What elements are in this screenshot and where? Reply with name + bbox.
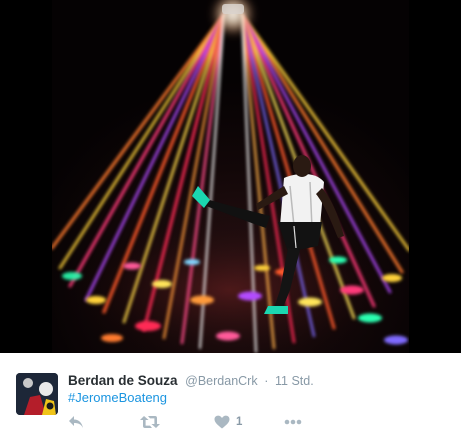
disco-light-scene bbox=[52, 0, 409, 353]
like-button[interactable]: 1 bbox=[214, 413, 242, 431]
tweet-card[interactable]: Berdan de Souza @BerdanCrk · 11 Std. #Je… bbox=[0, 0, 461, 448]
avatar-image bbox=[16, 373, 58, 415]
retweet-button[interactable] bbox=[140, 413, 160, 431]
tweet-actions: 1 bbox=[68, 413, 428, 433]
author-row: Berdan de Souza @BerdanCrk · 11 Std. bbox=[68, 372, 314, 390]
tweet-timestamp[interactable]: 11 Std. bbox=[275, 374, 314, 388]
retweet-icon bbox=[140, 416, 160, 428]
meta-separator: · bbox=[264, 374, 269, 388]
avatar[interactable] bbox=[16, 373, 58, 415]
heart-icon bbox=[214, 415, 230, 429]
author-handle[interactable]: @BerdanCrk bbox=[185, 374, 257, 388]
reply-icon bbox=[69, 416, 83, 428]
tweet-media[interactable] bbox=[0, 0, 461, 353]
tweet-footer: Berdan de Souza @BerdanCrk · 11 Std. #Je… bbox=[0, 353, 461, 448]
more-button[interactable] bbox=[284, 413, 302, 431]
author-display-name[interactable]: Berdan de Souza bbox=[68, 373, 178, 388]
media-image[interactable] bbox=[52, 0, 409, 353]
like-count: 1 bbox=[236, 416, 243, 428]
hashtag-link[interactable]: #JeromeBoateng bbox=[68, 390, 167, 405]
reply-button[interactable] bbox=[68, 413, 84, 431]
more-dots-icon bbox=[284, 419, 302, 425]
tweet-text: #JeromeBoateng bbox=[68, 389, 167, 407]
